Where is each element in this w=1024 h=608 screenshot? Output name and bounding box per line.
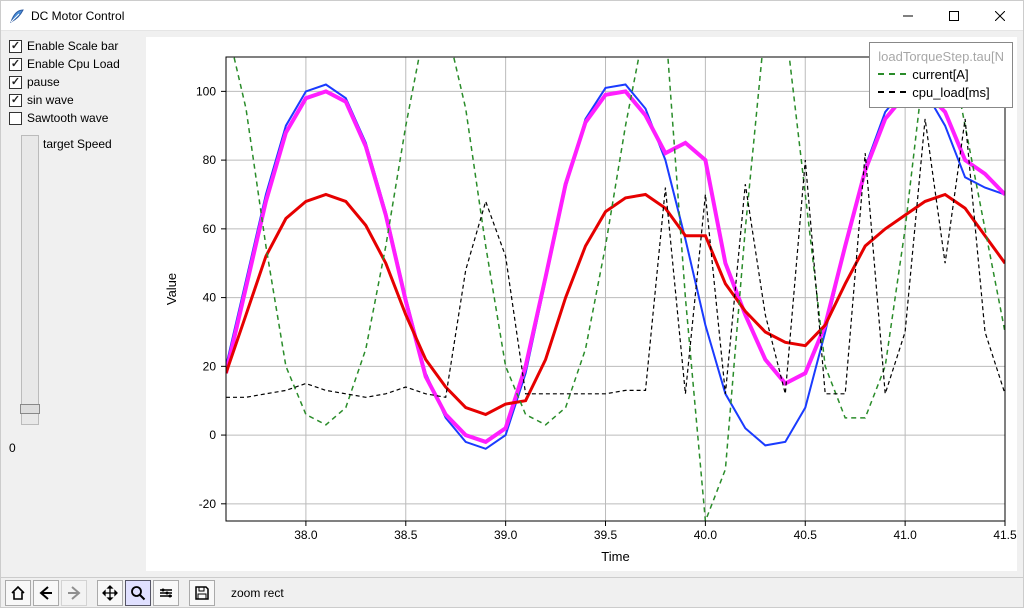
forward-button[interactable] bbox=[61, 580, 87, 606]
pan-icon bbox=[102, 585, 118, 601]
plot-panel: 38.0 38.5 39.0 39.5 40.0 40.5 41.0 41.5 -20 0 20 40… bbox=[146, 37, 1017, 571]
svg-text:80: 80 bbox=[203, 153, 217, 167]
checkbox-label: Enable Cpu Load bbox=[27, 57, 120, 71]
svg-text:-20: -20 bbox=[199, 497, 217, 511]
checkbox-box[interactable] bbox=[9, 94, 22, 107]
chart-svg: 38.0 38.5 39.0 39.5 40.0 40.5 41.0 41.5 -20 0 20 40… bbox=[146, 37, 1017, 571]
legend: loadTorqueStep.tau[N current[A] cpu_load[… bbox=[869, 42, 1013, 108]
checkbox-pause[interactable]: pause bbox=[7, 73, 142, 91]
svg-text:41.5: 41.5 bbox=[993, 528, 1017, 542]
matplotlib-toolbar: zoom rect bbox=[1, 577, 1023, 607]
close-button[interactable] bbox=[977, 1, 1023, 31]
maximize-icon bbox=[949, 11, 959, 21]
svg-text:40: 40 bbox=[203, 291, 217, 305]
back-arrow-icon bbox=[38, 585, 54, 601]
legend-swatch bbox=[878, 91, 906, 93]
legend-swatch bbox=[878, 73, 906, 75]
pan-button[interactable] bbox=[97, 580, 123, 606]
back-button[interactable] bbox=[33, 580, 59, 606]
target-speed-slider-area: 0 target Speed bbox=[7, 135, 142, 455]
save-button[interactable] bbox=[189, 580, 215, 606]
close-icon bbox=[995, 11, 1005, 21]
sidebar: Enable Scale bar Enable Cpu Load pause sin … bbox=[1, 31, 146, 577]
svg-text:41.0: 41.0 bbox=[893, 528, 917, 542]
toolbar-status: zoom rect bbox=[231, 586, 284, 600]
svg-text:40.0: 40.0 bbox=[694, 528, 718, 542]
home-icon bbox=[10, 585, 26, 601]
title-bar: DC Motor Control bbox=[1, 1, 1023, 31]
svg-text:20: 20 bbox=[203, 359, 217, 373]
forward-arrow-icon bbox=[66, 585, 82, 601]
svg-text:39.0: 39.0 bbox=[494, 528, 518, 542]
checkbox-list: Enable Scale bar Enable Cpu Load pause sin … bbox=[7, 37, 142, 127]
checkbox-box[interactable] bbox=[9, 112, 22, 125]
minimize-icon bbox=[903, 11, 913, 21]
legend-label: cpu_load[ms] bbox=[912, 85, 989, 100]
target-speed-label: target Speed bbox=[43, 137, 112, 151]
svg-text:39.5: 39.5 bbox=[594, 528, 618, 542]
legend-clipped-row: loadTorqueStep.tau[N bbox=[878, 47, 1004, 65]
svg-text:38.0: 38.0 bbox=[294, 528, 318, 542]
svg-text:40.5: 40.5 bbox=[794, 528, 818, 542]
legend-row: current[A] bbox=[878, 65, 1004, 83]
legend-clipped-label: loadTorqueStep.tau[N bbox=[878, 49, 1004, 64]
subplots-button[interactable] bbox=[153, 580, 179, 606]
checkbox-enable-cpu-load[interactable]: Enable Cpu Load bbox=[7, 55, 142, 73]
zoom-button[interactable] bbox=[125, 580, 151, 606]
checkbox-sin-wave[interactable]: sin wave bbox=[7, 91, 142, 109]
home-button[interactable] bbox=[5, 580, 31, 606]
subplots-icon bbox=[158, 585, 174, 601]
window-title: DC Motor Control bbox=[31, 9, 124, 23]
svg-text:38.5: 38.5 bbox=[394, 528, 418, 542]
checkbox-box[interactable] bbox=[9, 76, 22, 89]
checkbox-box[interactable] bbox=[9, 58, 22, 71]
target-speed-slider-thumb[interactable] bbox=[20, 404, 40, 414]
legend-row: cpu_load[ms] bbox=[878, 83, 1004, 101]
svg-text:60: 60 bbox=[203, 222, 217, 236]
zoom-icon bbox=[130, 585, 146, 601]
checkbox-enable-scale-bar[interactable]: Enable Scale bar bbox=[7, 37, 142, 55]
target-speed-slider[interactable] bbox=[21, 135, 39, 425]
svg-text:Time: Time bbox=[601, 549, 629, 564]
legend-label: current[A] bbox=[912, 67, 968, 82]
save-icon bbox=[194, 585, 210, 601]
svg-text:100: 100 bbox=[196, 84, 216, 98]
svg-text:Value: Value bbox=[164, 273, 179, 305]
minimize-button[interactable] bbox=[885, 1, 931, 31]
checkbox-label: sin wave bbox=[27, 93, 74, 107]
target-speed-value: 0 bbox=[9, 441, 16, 455]
checkbox-sawtooth-wave[interactable]: Sawtooth wave bbox=[7, 109, 142, 127]
checkbox-label: Enable Scale bar bbox=[27, 39, 118, 53]
checkbox-label: pause bbox=[27, 75, 60, 89]
checkbox-label: Sawtooth wave bbox=[27, 111, 108, 125]
main-area: Enable Scale bar Enable Cpu Load pause sin … bbox=[1, 31, 1023, 577]
app-icon bbox=[9, 8, 25, 24]
plot-area[interactable]: 38.0 38.5 39.0 39.5 40.0 40.5 41.0 41.5 -20 0 20 40… bbox=[146, 37, 1017, 571]
maximize-button[interactable] bbox=[931, 1, 977, 31]
svg-text:0: 0 bbox=[209, 428, 216, 442]
checkbox-box[interactable] bbox=[9, 40, 22, 53]
